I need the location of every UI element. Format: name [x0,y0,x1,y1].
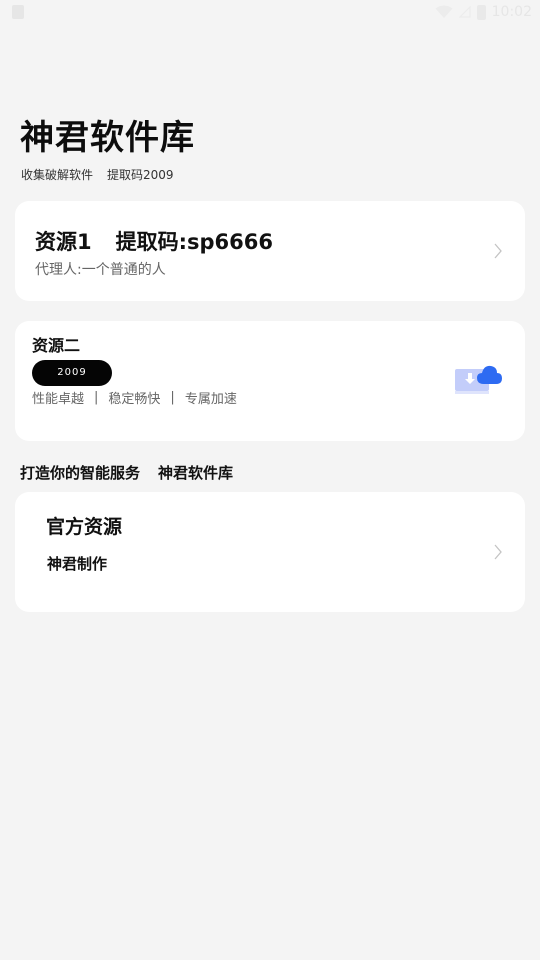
resource-1-card[interactable]: 资源1 提取码:sp6666 代理人:一个普通的人 [15,201,525,301]
section-header: 打造你的智能服务 神君软件库 [20,462,233,483]
notification-icon [12,5,24,19]
status-time: 10:02 [491,4,532,20]
chevron-right-icon [494,243,502,259]
code-pill[interactable]: 2009 [32,360,112,386]
signal-icon [458,6,471,18]
subtitle-description: 收集破解软件 [21,168,94,182]
status-bar: 10:02 [0,0,540,24]
official-resource-card[interactable]: 官方资源 神君制作 [15,492,525,612]
feature-item: 稳定畅快 [108,392,161,407]
feature-separator: | [170,390,175,405]
feature-list: 性能卓越 | 稳定畅快 | 专属加速 [32,388,237,407]
status-indicators: 10:02 [435,2,532,22]
official-resource-title: 官方资源 [46,516,123,538]
chevron-right-icon [494,544,502,560]
app-title: 神君软件库 [20,118,195,158]
resource-1-heading: 资源1 提取码:sp6666 [35,226,273,256]
cloud-download-icon [455,365,502,394]
official-resource-author: 神君制作 [47,555,108,573]
resource-1-agent: 代理人:一个普通的人 [35,262,166,278]
section-brand: 神君软件库 [158,464,234,482]
section-slogan: 打造你的智能服务 [20,464,141,482]
feature-item: 性能卓越 [32,392,85,407]
feature-item: 专属加速 [184,392,237,407]
resource-2-title: 资源二 [32,336,81,355]
header-subtitle: 收集破解软件 提取码2009 [21,166,174,183]
subtitle-code: 提取码2009 [107,168,174,182]
battery-icon [476,4,486,20]
resource-1-code: 提取码:sp6666 [115,230,274,254]
resource-2-card[interactable]: 资源二 2009 性能卓越 | 稳定畅快 | 专属加速 [15,321,525,441]
resource-1-label: 资源1 [35,230,92,254]
feature-separator: | [94,390,99,405]
wifi-icon [435,5,453,18]
